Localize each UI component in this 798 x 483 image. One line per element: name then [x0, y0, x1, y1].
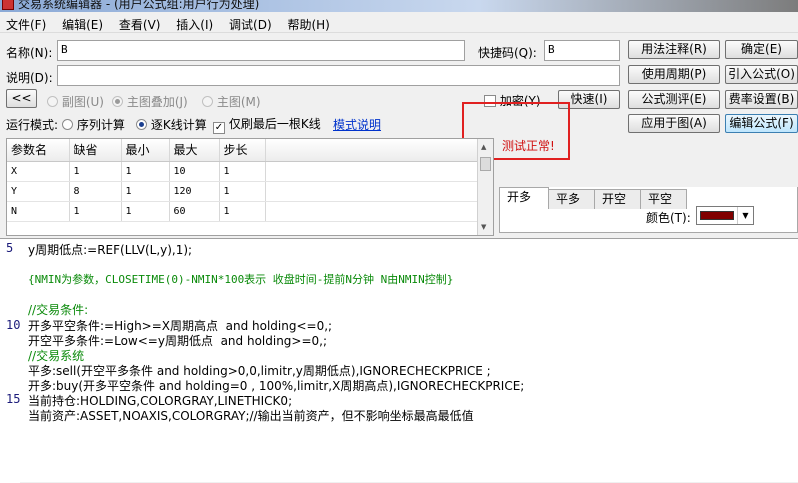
radio-main-chart-label: 主图(M) [216, 95, 261, 109]
radio-sub-chart-label: 副图(U) [61, 95, 104, 109]
radio-main-overlay-label: 主图叠加(J) [126, 95, 188, 109]
col-max[interactable]: 最大 [169, 139, 220, 162]
title-bar: 交易系统编辑器 - (用户公式组:用户行为处理) [0, 0, 798, 12]
param-table-header: 参数名 缺省 最小 最大 步长 [7, 139, 478, 162]
radio-main-chart[interactable]: 主图(M) [202, 93, 261, 110]
line-number-gutter: 5 10 15 [0, 239, 20, 483]
table-row[interactable]: X 1 1 10 1 [7, 161, 478, 182]
import-formula-button[interactable]: 引入公式(O) [725, 65, 798, 84]
radio-sub-chart[interactable]: 副图(U) [47, 93, 104, 110]
radio-tick-label: 逐K线计算 [150, 118, 207, 132]
cell-name[interactable]: N [7, 201, 70, 222]
chevron-down-icon[interactable]: ▼ [737, 207, 753, 224]
col-filler [265, 139, 478, 162]
edit-formula-button[interactable]: 编辑公式(F) [725, 114, 798, 133]
fee-settings-button[interactable]: 费率设置(B) [725, 90, 798, 109]
tab-close-long[interactable]: 平多 [548, 189, 595, 209]
radio-sequence-label: 序列计算 [76, 118, 125, 132]
radio-sequence[interactable]: 序列计算 [62, 116, 125, 133]
code-editor[interactable]: 5 10 15 y周期低点:=REF(LLV(L,y),1); {NMIN为参数… [0, 238, 798, 483]
color-label: 颜色(T): [646, 211, 691, 225]
window-title: 交易系统编辑器 - (用户公式组:用户行为处理) [18, 0, 260, 11]
hotkey-label: 快捷码(Q): [478, 46, 537, 60]
table-row[interactable]: N 1 1 60 1 [7, 201, 478, 222]
line-number: 10 [6, 318, 21, 332]
desc-input[interactable] [57, 65, 620, 86]
radio-tick-circle [136, 119, 147, 130]
apply-to-chart-button[interactable]: 应用于图(A) [628, 114, 720, 133]
menu-bar: 文件(F) 编辑(E) 查看(V) 插入(I) 调试(D) 帮助(H) [0, 13, 798, 33]
mode-help-link[interactable]: 模式说明 [333, 116, 381, 133]
hotkey-input[interactable]: B [544, 40, 620, 61]
refresh-last-checkbox[interactable]: ✓ 仅刷最后一根K线 [213, 115, 321, 134]
back-button[interactable]: << [6, 89, 37, 108]
radio-main-chart-circle [202, 96, 213, 107]
cell-min[interactable]: 1 [121, 201, 170, 222]
menu-insert[interactable]: 插入(I) [170, 13, 219, 33]
radio-sequence-circle [62, 119, 73, 130]
formula-test-button[interactable]: 公式测评(E) [628, 90, 720, 109]
cell-default[interactable]: 1 [69, 161, 122, 182]
param-table: 参数名 缺省 最小 最大 步长 X 1 1 10 1 Y 8 1 120 1 N… [7, 139, 478, 222]
color-swatch [700, 211, 734, 220]
radio-sub-chart-circle [47, 96, 58, 107]
tab-open-short[interactable]: 开空 [594, 189, 641, 209]
scroll-up-icon[interactable]: ▲ [481, 143, 486, 151]
param-table-panel: 参数名 缺省 最小 最大 步长 X 1 1 10 1 Y 8 1 120 1 N… [6, 138, 494, 236]
signal-tabs: 开多 平多 开空 平空 [499, 187, 798, 209]
scroll-thumb[interactable] [480, 157, 491, 171]
radio-main-overlay[interactable]: 主图叠加(J) [112, 93, 188, 110]
cell-max[interactable]: 120 [169, 181, 220, 202]
line-number: 15 [6, 392, 21, 406]
cell-filler [265, 181, 478, 202]
ok-button[interactable]: 确定(E) [725, 40, 798, 59]
desc-label: 说明(D): [6, 71, 53, 85]
code-line: //交易条件: [28, 303, 89, 317]
name-input[interactable]: B [57, 40, 465, 61]
refresh-last-check-box: ✓ [213, 122, 225, 134]
tab-open-long[interactable]: 开多 [499, 187, 549, 209]
code-line: 当前资产:ASSET,NOAXIS,COLORGRAY;//输出当前资产，但不影… [28, 409, 474, 423]
menu-help[interactable]: 帮助(H) [281, 13, 335, 33]
refresh-last-label: 仅刷最后一根K线 [228, 117, 321, 131]
line-number: 5 [6, 241, 14, 255]
tab-close-short[interactable]: 平空 [640, 189, 687, 209]
cell-name[interactable]: X [7, 161, 70, 182]
menu-debug[interactable]: 调试(D) [223, 13, 278, 33]
app-icon [2, 0, 14, 10]
usage-note-button[interactable]: 用法注释(R) [628, 40, 720, 59]
use-period-button[interactable]: 使用周期(P) [628, 65, 720, 84]
cell-max[interactable]: 60 [169, 201, 220, 222]
status-message: 测试正常! [502, 139, 555, 153]
menu-file[interactable]: 文件(F) [0, 13, 52, 33]
cell-min[interactable]: 1 [121, 161, 170, 182]
col-step[interactable]: 步长 [219, 139, 266, 162]
cell-filler [265, 161, 478, 182]
code-line: y周期低点:=REF(LLV(L,y),1); [28, 243, 193, 257]
menu-view[interactable]: 查看(V) [113, 13, 167, 33]
cell-filler [265, 201, 478, 222]
radio-tick[interactable]: 逐K线计算 [136, 116, 207, 133]
cell-default[interactable]: 8 [69, 181, 122, 202]
cell-step[interactable]: 1 [219, 201, 266, 222]
cell-default[interactable]: 1 [69, 201, 122, 222]
radio-main-overlay-circle [112, 96, 123, 107]
cell-step[interactable]: 1 [219, 161, 266, 182]
run-mode-label: 运行模式: [6, 118, 59, 132]
param-table-scrollbar[interactable]: ▲ ▼ [477, 139, 493, 235]
cell-max[interactable]: 10 [169, 161, 220, 182]
scroll-down-icon[interactable]: ▼ [481, 223, 486, 231]
col-param-name[interactable]: 参数名 [7, 139, 70, 162]
menu-edit[interactable]: 编辑(E) [56, 13, 109, 33]
name-label: 名称(N): [6, 46, 53, 60]
code-line: {NMIN为参数，CLOSETIME(0)-NMIN*100表示 收盘时间-提前… [28, 273, 454, 286]
cell-min[interactable]: 1 [121, 181, 170, 202]
col-min[interactable]: 最小 [121, 139, 170, 162]
cell-step[interactable]: 1 [219, 181, 266, 202]
table-row[interactable]: Y 8 1 120 1 [7, 181, 478, 202]
col-default[interactable]: 缺省 [69, 139, 122, 162]
cell-name[interactable]: Y [7, 181, 70, 202]
